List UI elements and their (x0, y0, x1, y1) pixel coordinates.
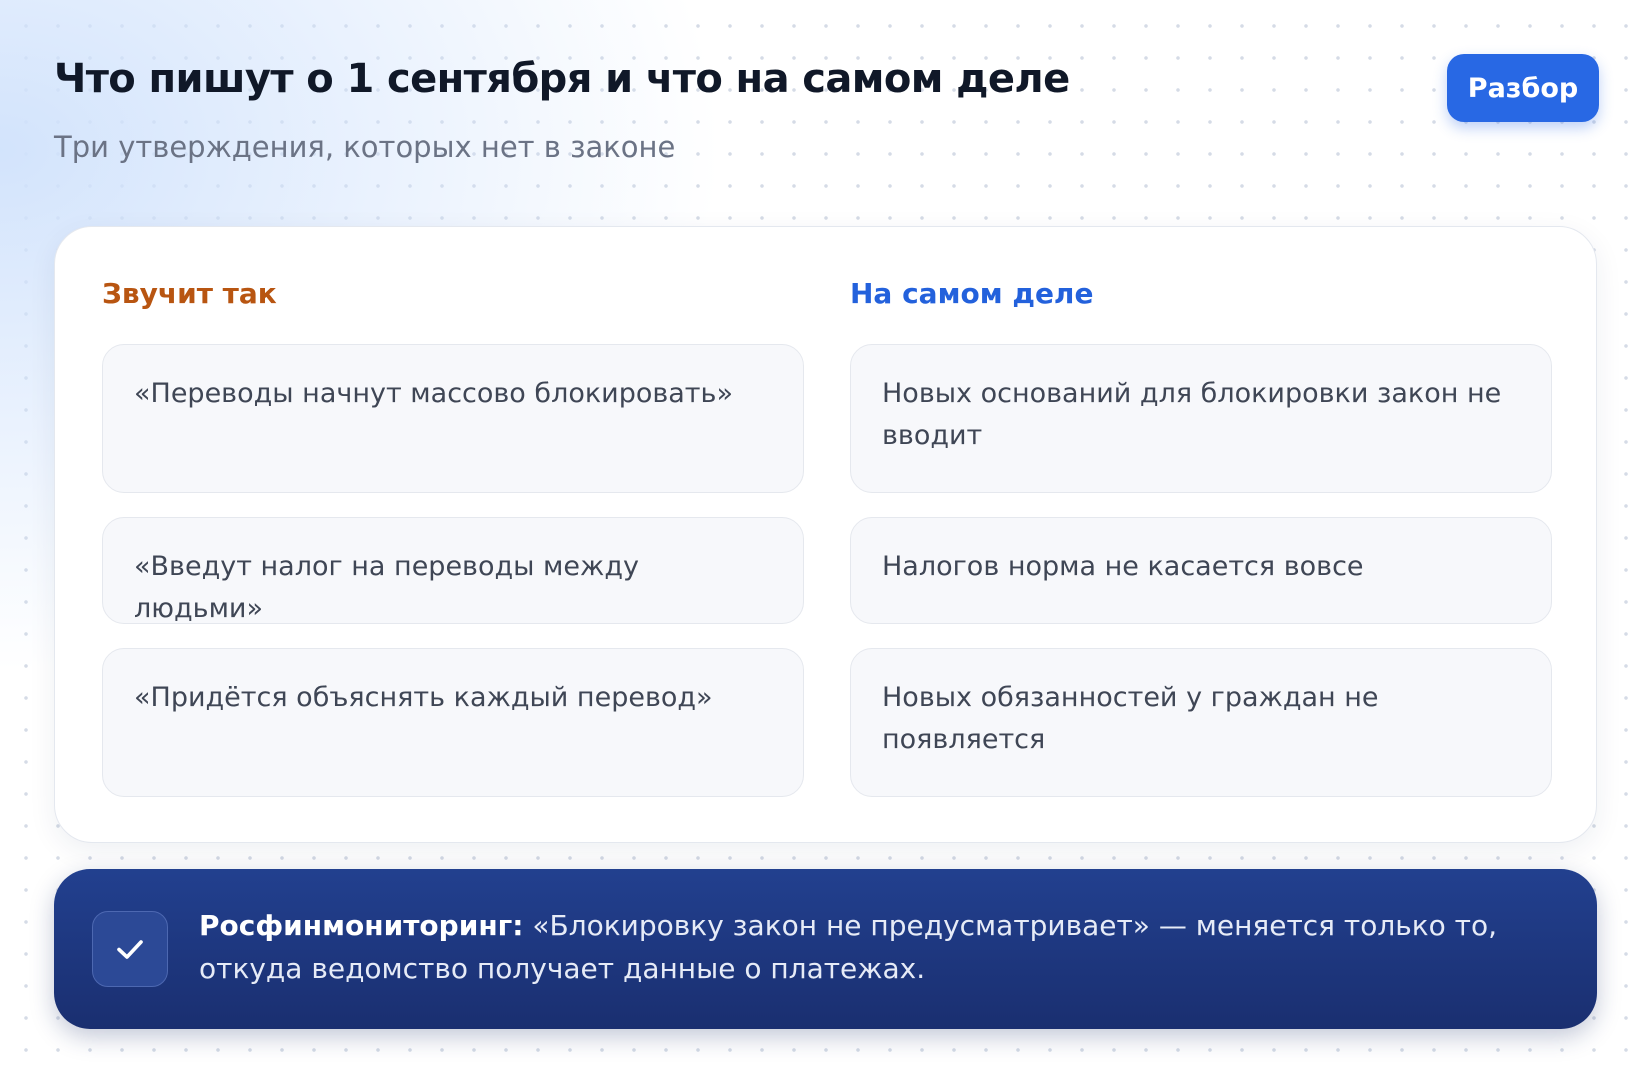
fact-item: Налогов норма не касается вовсе (850, 517, 1552, 624)
fact-item: Новых обязанностей у граждан не появляет… (850, 648, 1552, 797)
analysis-button[interactable]: Разбор (1447, 54, 1599, 122)
fact-column-heading: На самом деле (850, 277, 1094, 310)
myth-item: «Введут налог на переводы между людьми» (102, 517, 804, 624)
myth-item: «Придётся объяснять каждый перевод» (102, 648, 804, 797)
note-text: Росфинмониторинг: «Блокировку закон не п… (199, 904, 1559, 990)
myth-column-heading: Звучит так (102, 277, 277, 310)
rosfinmonitoring-note: Росфинмониторинг: «Блокировку закон не п… (54, 869, 1597, 1029)
page-subtitle: Три утверждения, которых нет в законе (54, 130, 676, 164)
comparison-card: Звучит так На самом деле «Переводы начну… (54, 226, 1597, 843)
myth-item: «Переводы начнут массово блокировать» (102, 344, 804, 493)
check-icon (92, 911, 168, 987)
fact-item: Новых оснований для блокировки закон не … (850, 344, 1552, 493)
page-title: Что пишут о 1 сентября и что на самом де… (54, 56, 1070, 102)
note-source: Росфинмониторинг: (199, 909, 524, 942)
